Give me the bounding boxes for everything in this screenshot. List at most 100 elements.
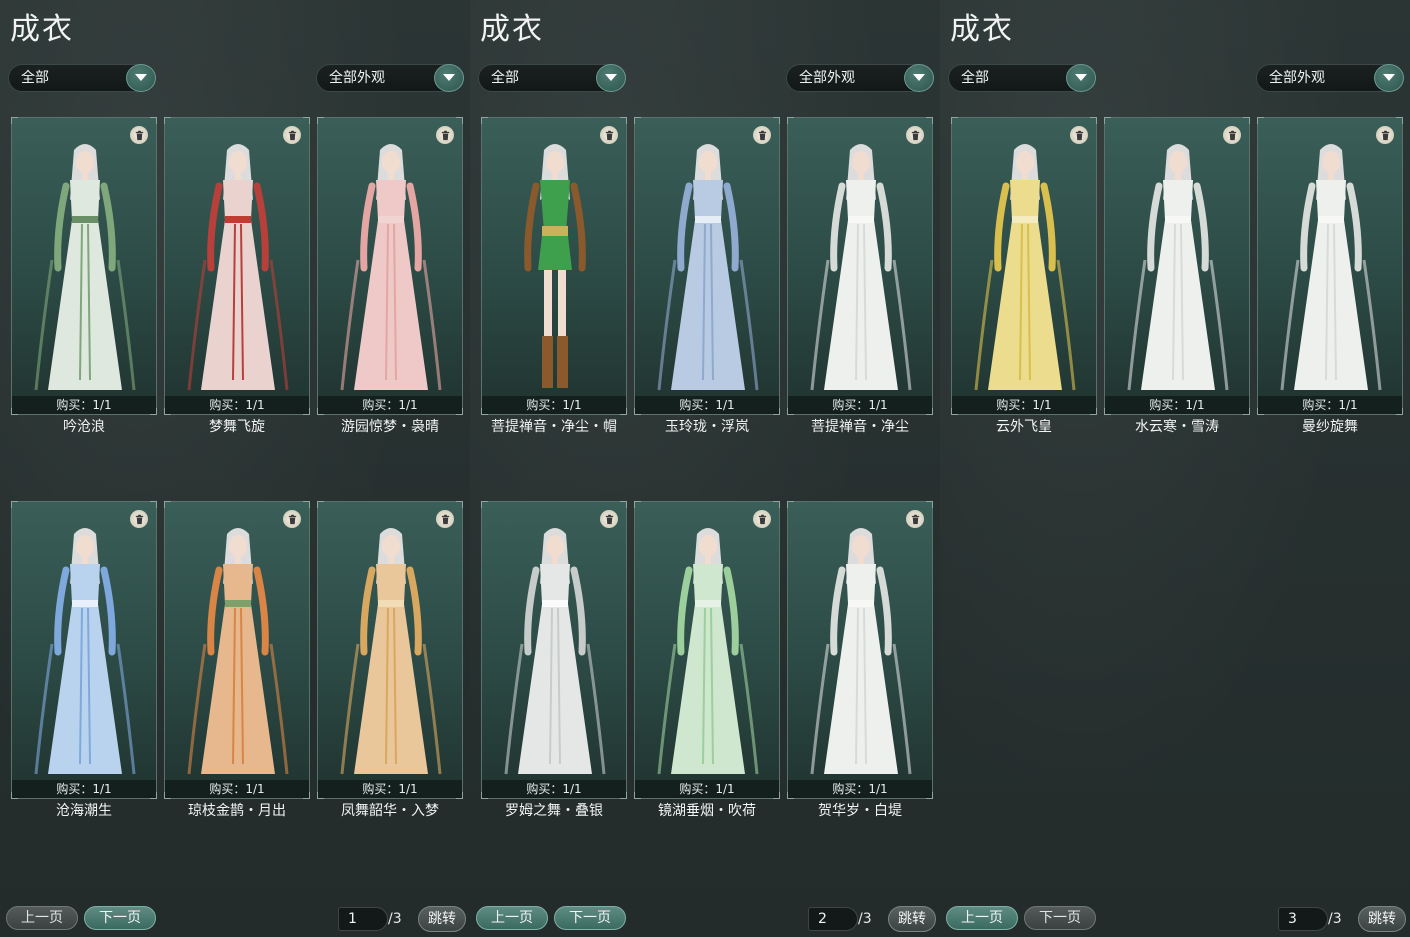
outfit-name: 琼枝金鹊・月出	[188, 803, 286, 819]
outfit-card[interactable]: 购买：1/1	[1104, 117, 1250, 415]
outfit-card[interactable]: 购买：1/1	[317, 117, 463, 415]
outfit-card[interactable]: 购买：1/1	[11, 117, 157, 415]
outfit-card[interactable]: 购买：1/1	[317, 501, 463, 799]
outfit-figure	[1268, 140, 1394, 398]
outfit-figure	[22, 140, 148, 398]
jump-button[interactable]: 跳转	[418, 906, 466, 932]
outfit-figure	[798, 140, 924, 398]
trash-icon[interactable]	[1376, 126, 1394, 144]
outfit-name: 曼纱旋舞	[1302, 419, 1358, 435]
outfit-name: 凤舞韶华・入梦	[341, 803, 439, 819]
trash-icon[interactable]	[130, 510, 148, 528]
outfit-card[interactable]: 购买：1/1	[1257, 117, 1403, 415]
outfit-card[interactable]: 购买：1/1	[787, 501, 933, 799]
outfit-card[interactable]: 购买：1/1	[481, 501, 627, 799]
category-dropdown[interactable]: 全部	[948, 64, 1096, 92]
chevron-down-icon[interactable]	[1066, 64, 1096, 92]
chevron-down-icon[interactable]	[904, 64, 934, 92]
prev-page-button[interactable]: 上一页	[946, 906, 1018, 930]
outfit-panel-page-3: 成衣 全部 全部外观 上一页 下一页 3 /3 跳转 购买：1/1 云外飞皇 购买：…	[940, 0, 1410, 937]
card-corner	[926, 117, 933, 124]
outfit-figure	[492, 140, 618, 398]
appearance-dropdown-value: 全部外观	[1269, 70, 1325, 86]
outfit-panel-page-1: 成衣 全部 全部外观 上一页 下一页 1 /3 跳转 购买：1/1 吟沧浪 购买：1…	[0, 0, 470, 937]
appearance-dropdown[interactable]: 全部外观	[1256, 64, 1404, 92]
jump-button[interactable]: 跳转	[1358, 906, 1406, 932]
appearance-dropdown[interactable]: 全部外观	[316, 64, 464, 92]
chevron-down-icon[interactable]	[126, 64, 156, 92]
chevron-down-icon[interactable]	[596, 64, 626, 92]
card-corner	[303, 501, 310, 508]
category-dropdown-value: 全部	[21, 70, 49, 86]
page-number-input[interactable]: 1	[338, 907, 388, 931]
chevron-down-icon[interactable]	[434, 64, 464, 92]
trash-icon[interactable]	[1070, 126, 1088, 144]
outfit-panel-page-2: 成衣 全部 全部外观 上一页 下一页 2 /3 跳转 购买：1/1 菩提禅音・净尘…	[470, 0, 940, 937]
trash-icon[interactable]	[753, 510, 771, 528]
outfit-figure	[645, 140, 771, 398]
outfit-card[interactable]: 购买：1/1	[787, 117, 933, 415]
card-corner	[456, 117, 463, 124]
page-number-input[interactable]: 2	[808, 907, 858, 931]
jump-button[interactable]: 跳转	[888, 906, 936, 932]
trash-icon[interactable]	[283, 510, 301, 528]
card-corner	[773, 117, 780, 124]
trash-icon[interactable]	[436, 126, 454, 144]
outfit-name: 游园惊梦・袅晴	[341, 419, 439, 435]
outfit-figure-image	[504, 528, 606, 775]
outfit-card[interactable]: 购买：1/1	[481, 117, 627, 415]
card-corner	[481, 117, 488, 124]
trash-icon[interactable]	[283, 126, 301, 144]
outfit-figure-image	[34, 528, 136, 775]
outfit-name: 菩提禅音・净尘	[811, 419, 909, 435]
trash-icon[interactable]	[753, 126, 771, 144]
outfit-name: 罗姆之舞・叠银	[505, 803, 603, 819]
purchase-count: 购买：1/1	[12, 780, 156, 798]
trash-icon[interactable]	[600, 510, 618, 528]
page-total: /3	[388, 911, 402, 927]
outfit-card[interactable]: 购买：1/1	[164, 117, 310, 415]
trash-icon[interactable]	[130, 126, 148, 144]
outfit-figure	[328, 524, 454, 782]
next-page-button[interactable]: 下一页	[84, 906, 156, 930]
outfit-card[interactable]: 购买：1/1	[164, 501, 310, 799]
purchase-count: 购买：1/1	[788, 780, 932, 798]
next-page-button[interactable]: 下一页	[1024, 906, 1096, 930]
chevron-down-icon[interactable]	[1374, 64, 1404, 92]
card-corner	[150, 117, 157, 124]
appearance-dropdown[interactable]: 全部外观	[786, 64, 934, 92]
card-corner	[620, 501, 627, 508]
outfit-card[interactable]: 购买：1/1	[634, 501, 780, 799]
trash-icon[interactable]	[1223, 126, 1241, 144]
trash-icon[interactable]	[436, 510, 454, 528]
prev-page-button[interactable]: 上一页	[6, 906, 78, 930]
outfit-card[interactable]: 购买：1/1	[634, 117, 780, 415]
category-dropdown[interactable]: 全部	[8, 64, 156, 92]
trash-icon[interactable]	[906, 510, 924, 528]
outfit-figure-image	[1280, 144, 1382, 391]
outfit-figure-image	[1127, 144, 1229, 391]
page-total: /3	[1328, 911, 1342, 927]
category-dropdown[interactable]: 全部	[478, 64, 626, 92]
outfit-figure	[492, 524, 618, 782]
trash-icon[interactable]	[906, 126, 924, 144]
outfit-figure-image	[974, 144, 1076, 391]
outfit-card[interactable]: 购买：1/1	[11, 501, 157, 799]
purchase-count: 购买：1/1	[165, 396, 309, 414]
purchase-count: 购买：1/1	[318, 396, 462, 414]
outfit-figure-image	[810, 528, 912, 775]
prev-page-button[interactable]: 上一页	[476, 906, 548, 930]
purchase-count: 购买：1/1	[1105, 396, 1249, 414]
panel-title: 成衣	[950, 12, 1014, 47]
appearance-dropdown-value: 全部外观	[329, 70, 385, 86]
outfit-card[interactable]: 购买：1/1	[951, 117, 1097, 415]
outfit-name: 玉玲珑・浮岚	[665, 419, 749, 435]
outfit-name: 沧海潮生	[56, 803, 112, 819]
page-number-input[interactable]: 3	[1278, 907, 1328, 931]
card-corner	[1396, 117, 1403, 124]
outfit-name: 镜湖垂烟・吹荷	[658, 803, 756, 819]
outfit-figure-image	[657, 528, 759, 775]
trash-icon[interactable]	[600, 126, 618, 144]
outfit-figure-image	[187, 144, 289, 391]
next-page-button[interactable]: 下一页	[554, 906, 626, 930]
